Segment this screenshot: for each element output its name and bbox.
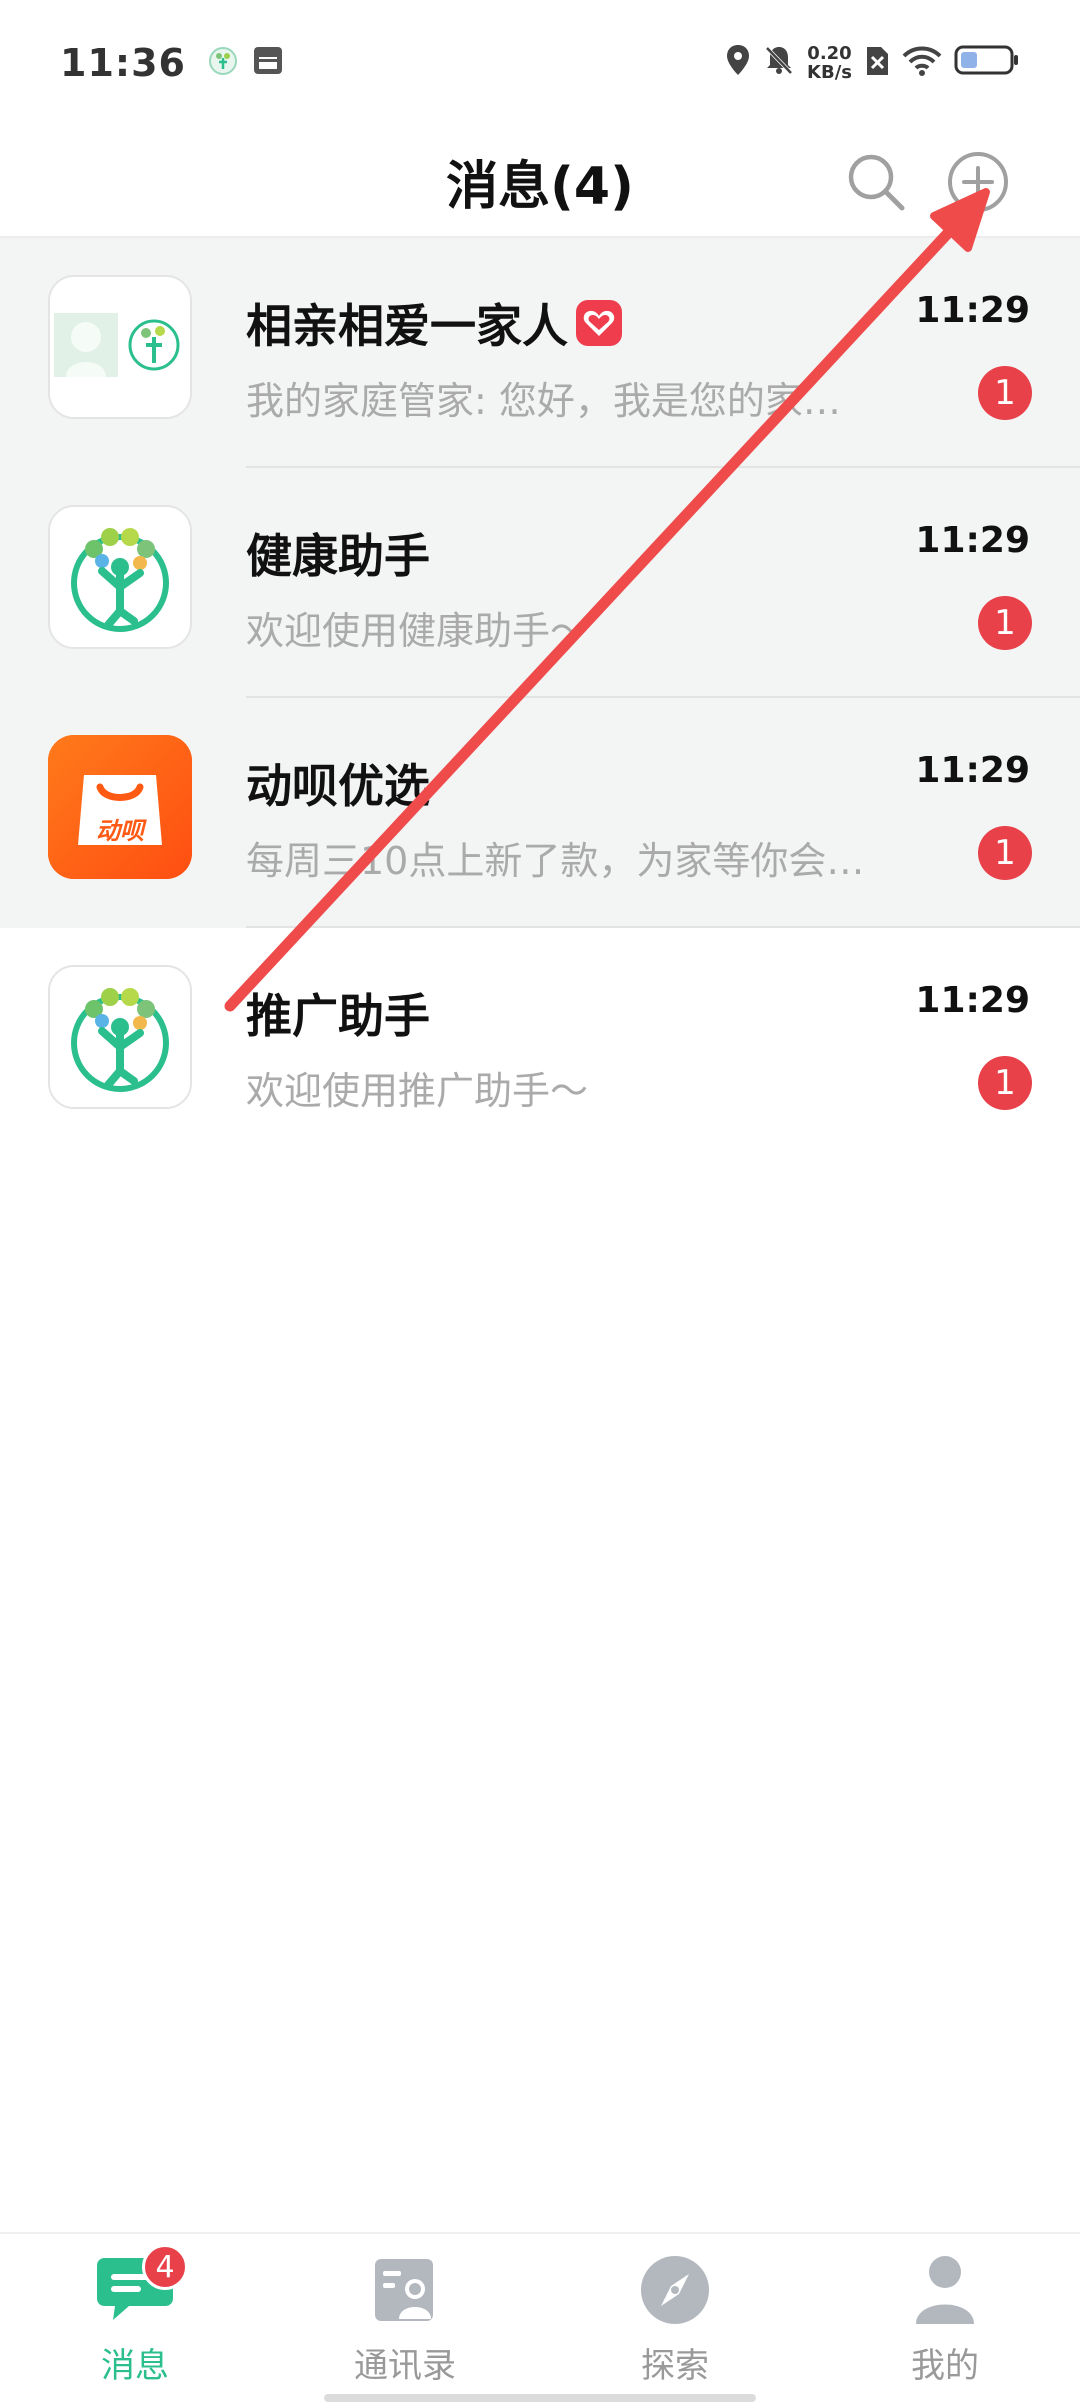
conversation-name: 动呗优选 xyxy=(246,750,430,816)
search-button[interactable] xyxy=(834,140,918,224)
calendar-notification-icon xyxy=(252,41,284,85)
heart-badge-icon xyxy=(574,298,624,348)
unread-badge: 1 xyxy=(978,596,1032,650)
conversation-item-shop[interactable]: 动呗 动呗优选 11:29 每周三10点上新了款，为家等你会… 1 xyxy=(0,698,1080,928)
promotion-assistant-avatar xyxy=(48,965,192,1109)
no-sim-icon xyxy=(864,41,890,85)
conversation-name: 相亲相爱一家人 xyxy=(246,290,624,356)
search-icon xyxy=(848,154,905,211)
app-notification-icon xyxy=(208,41,238,85)
nav-tab-me[interactable]: 我的 xyxy=(810,2234,1080,2408)
chat-bubble-icon: 4 xyxy=(90,2244,188,2330)
shop-avatar: 动呗 xyxy=(48,735,192,879)
conversation-preview: 欢迎使用健康助手～ xyxy=(246,609,589,653)
nav-unread-badge: 4 xyxy=(142,2244,188,2290)
nav-tab-contacts[interactable]: 通讯录 xyxy=(270,2234,540,2408)
conversation-item-family-group[interactable]: 相亲相爱一家人 11:29 我的家庭管家: 您好，我是您的家… 1 xyxy=(0,238,1080,468)
conversation-item-health-assistant[interactable]: 健康助手 11:29 欢迎使用健康助手～ 1 xyxy=(0,468,1080,698)
conversation-preview: 我的家庭管家: 您好，我是您的家… xyxy=(246,379,841,423)
nav-label: 消息 xyxy=(101,2346,169,2386)
status-left-icons xyxy=(208,41,284,85)
conversation-time: 11:29 xyxy=(915,520,1030,561)
nav-label: 我的 xyxy=(911,2346,979,2386)
group-avatar xyxy=(48,275,192,419)
conversation-item-promotion-assistant[interactable]: 推广助手 11:29 欢迎使用推广助手～ 1 xyxy=(0,928,1080,1158)
conversation-preview: 每周三10点上新了款，为家等你会… xyxy=(246,839,865,883)
conversation-name: 健康助手 xyxy=(246,520,430,586)
add-button[interactable] xyxy=(936,140,1020,224)
nav-tab-explore[interactable]: 探索 xyxy=(540,2234,810,2408)
nav-label: 探索 xyxy=(641,2346,709,2386)
bottom-nav: 4 消息 通讯录 探索 我的 xyxy=(0,2232,1080,2408)
unread-badge: 1 xyxy=(978,826,1032,880)
conversation-name-text: 推广助手 xyxy=(246,989,430,1043)
conversation-list: 相亲相爱一家人 11:29 我的家庭管家: 您好，我是您的家… 1 健康助手 1… xyxy=(0,238,1080,1158)
wifi-icon xyxy=(902,41,942,85)
page-title: 消息(4) xyxy=(446,156,634,217)
nav-label: 通讯录 xyxy=(354,2346,456,2386)
conversation-name-text: 相亲相爱一家人 xyxy=(246,299,568,353)
health-assistant-avatar xyxy=(48,505,192,649)
shop-logo-text: 动呗 xyxy=(96,817,144,845)
unread-badge: 1 xyxy=(978,1056,1032,1110)
network-speed: 0.20 KB/s xyxy=(807,44,852,82)
conversation-time: 11:29 xyxy=(915,290,1030,331)
conversation-time: 11:29 xyxy=(915,750,1030,791)
battery-icon xyxy=(954,41,1020,85)
conversation-name-text: 健康助手 xyxy=(246,529,430,583)
network-speed-value: 0.20 xyxy=(807,43,852,64)
conversation-preview: 欢迎使用推广助手～ xyxy=(246,1069,589,1113)
profile-icon xyxy=(900,2250,990,2330)
conversation-time: 11:29 xyxy=(915,980,1030,1021)
conversation-name-text: 动呗优选 xyxy=(246,759,430,813)
status-time: 11:36 xyxy=(60,41,186,85)
location-icon xyxy=(725,41,751,85)
unread-badge: 1 xyxy=(978,366,1032,420)
nav-tab-messages[interactable]: 4 消息 xyxy=(0,2234,270,2408)
contacts-icon xyxy=(360,2250,450,2330)
conversation-name: 推广助手 xyxy=(246,980,430,1046)
network-speed-unit: KB/s xyxy=(807,62,852,83)
compass-icon xyxy=(630,2250,720,2330)
status-right-icons: 0.20 KB/s xyxy=(725,41,1020,85)
plus-circle-icon xyxy=(948,152,1008,212)
header-bar: 消息(4) xyxy=(0,126,1080,238)
bell-muted-icon xyxy=(763,41,795,85)
status-bar: 11:36 0.20 KB/s xyxy=(0,0,1080,126)
home-indicator[interactable] xyxy=(324,2394,756,2402)
